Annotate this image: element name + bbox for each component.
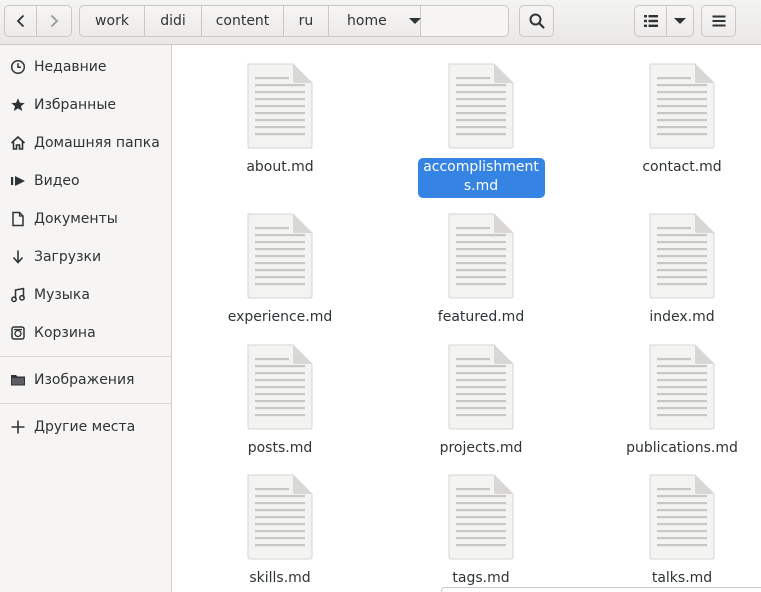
file-item[interactable]: publications.md	[617, 344, 747, 458]
sidebar-item-label: Избранные	[34, 97, 116, 113]
floating-status-bar	[441, 587, 761, 592]
file-name: about.md	[246, 159, 314, 175]
text-file-icon	[649, 474, 715, 560]
sidebar-item-label: Загрузки	[34, 249, 102, 265]
path-bar: work didi content ru home	[79, 5, 513, 37]
file-name: talks.md	[651, 570, 713, 586]
hamburger-menu-icon	[712, 15, 725, 27]
sidebar-item-label: Недавние	[34, 59, 107, 75]
download-icon	[9, 248, 27, 266]
file-grid: about.md accomplishments.md contact.md e…	[172, 45, 761, 592]
text-file-icon	[247, 213, 313, 299]
file-name: accomplishments.md	[417, 158, 545, 198]
file-item-selected[interactable]: accomplishments.md	[416, 63, 546, 198]
chevron-down-icon	[674, 18, 686, 24]
star-icon	[9, 96, 27, 114]
breadcrumb-content[interactable]: content	[202, 5, 284, 37]
sidebar-item-label: Изображения	[34, 372, 135, 388]
file-name: projects.md	[439, 440, 523, 456]
sidebar-item-downloads[interactable]: Загрузки	[0, 239, 171, 275]
breadcrumb-home[interactable]: home	[329, 5, 421, 37]
file-name: publications.md	[626, 440, 738, 456]
text-file-icon	[247, 344, 313, 430]
file-item[interactable]: experience.md	[215, 213, 345, 327]
file-item[interactable]: projects.md	[416, 344, 546, 458]
file-item[interactable]: skills.md	[215, 474, 345, 588]
document-icon	[9, 210, 27, 228]
main-menu-button[interactable]	[701, 5, 736, 37]
text-file-icon	[247, 474, 313, 560]
text-file-icon	[448, 213, 514, 299]
sidebar-item-label: Другие места	[34, 419, 136, 435]
sidebar-item-label: Видео	[34, 173, 80, 189]
sidebar-item-label: Документы	[34, 211, 118, 227]
sidebar-item-other-locations[interactable]: Другие места	[0, 409, 171, 445]
file-name: index.md	[649, 309, 715, 325]
sidebar-separator	[0, 403, 171, 404]
sidebar-item-home[interactable]: Домашняя папка	[0, 125, 171, 161]
view-options-button[interactable]	[666, 5, 694, 37]
places-sidebar: Недавние Избранные Домашняя папка Видео …	[0, 45, 172, 592]
sidebar-item-documents[interactable]: Документы	[0, 201, 171, 237]
file-item[interactable]: posts.md	[215, 344, 345, 458]
sidebar-item-label: Корзина	[34, 325, 96, 341]
file-name: posts.md	[247, 440, 313, 456]
file-name: experience.md	[227, 309, 333, 325]
file-item[interactable]: tags.md	[416, 474, 546, 588]
view-list-button[interactable]	[634, 5, 667, 37]
file-name: skills.md	[249, 570, 311, 586]
view-list-icon	[643, 15, 658, 27]
sidebar-item-starred[interactable]: Избранные	[0, 87, 171, 123]
breadcrumb-ru[interactable]: ru	[284, 5, 329, 37]
file-item[interactable]: about.md	[215, 63, 345, 177]
file-item[interactable]: contact.md	[617, 63, 747, 177]
forward-button[interactable]	[36, 5, 72, 37]
sidebar-item-label: Домашняя папка	[34, 135, 160, 151]
sidebar-item-trash[interactable]: Корзина	[0, 315, 171, 351]
text-file-icon	[649, 344, 715, 430]
file-name: tags.md	[452, 570, 510, 586]
video-icon	[9, 172, 27, 190]
sidebar-item-label: Музыка	[34, 287, 90, 303]
plus-icon	[9, 418, 27, 436]
sidebar-item-recent[interactable]: Недавние	[0, 49, 171, 85]
trash-icon	[9, 324, 27, 342]
file-item[interactable]: featured.md	[416, 213, 546, 327]
file-name: featured.md	[437, 309, 525, 325]
file-item[interactable]: talks.md	[617, 474, 747, 588]
home-icon	[9, 134, 27, 152]
text-file-icon	[247, 63, 313, 149]
file-name: contact.md	[642, 159, 722, 175]
text-file-icon	[448, 63, 514, 149]
go-forward-icon	[50, 14, 59, 28]
text-file-icon	[448, 344, 514, 430]
sidebar-item-music[interactable]: Музыка	[0, 277, 171, 313]
back-button[interactable]	[4, 5, 37, 37]
sidebar-separator	[0, 356, 171, 357]
breadcrumb-home-label: home	[347, 13, 387, 29]
file-item[interactable]: index.md	[617, 213, 747, 327]
search-button[interactable]	[519, 5, 554, 37]
search-icon	[529, 13, 545, 29]
text-file-icon	[649, 213, 715, 299]
folder-icon	[9, 371, 27, 389]
music-icon	[9, 286, 27, 304]
go-back-icon	[16, 14, 24, 28]
sidebar-item-videos[interactable]: Видео	[0, 163, 171, 199]
breadcrumb-didi[interactable]: didi	[145, 5, 202, 37]
text-file-icon	[448, 474, 514, 560]
clock-icon	[9, 58, 27, 76]
header-bar: work didi content ru home	[0, 0, 761, 45]
sidebar-item-pictures[interactable]: Изображения	[0, 362, 171, 398]
chevron-down-icon[interactable]	[408, 18, 421, 24]
breadcrumb-empty-slot	[421, 5, 509, 37]
breadcrumb-work[interactable]: work	[79, 5, 145, 37]
text-file-icon	[649, 63, 715, 149]
